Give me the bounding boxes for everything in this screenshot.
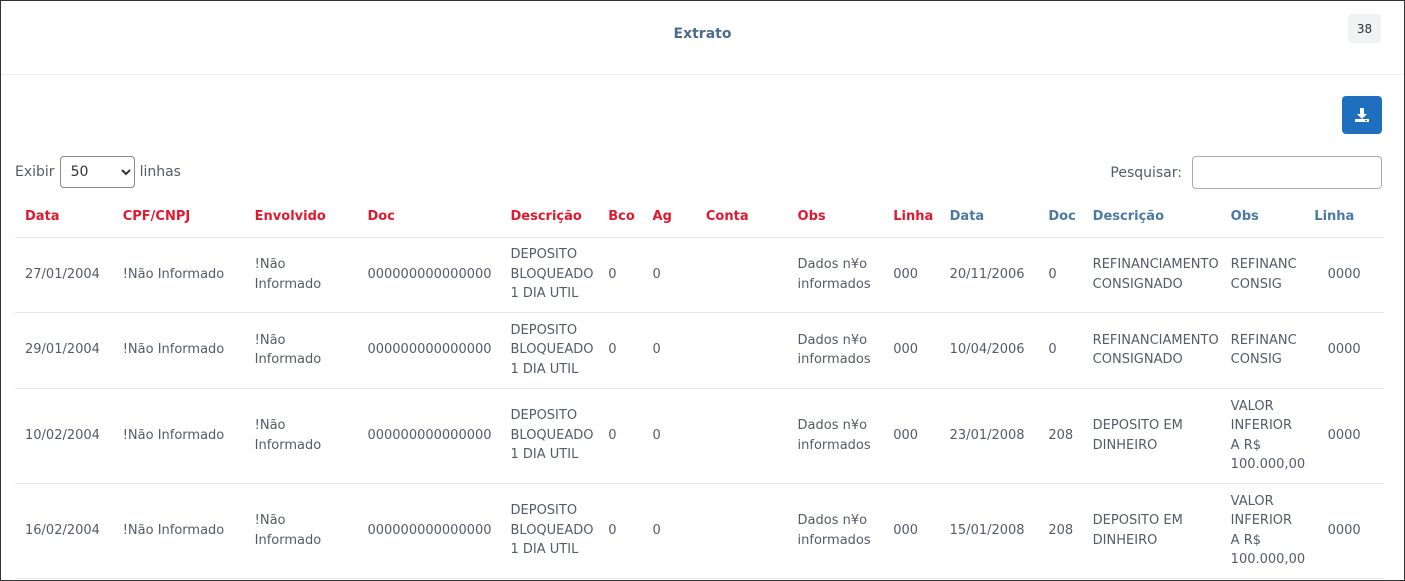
table-cell: DEPOSITO BLOQUEADO 1 DIA UTIL: [500, 312, 599, 389]
table-cell: 0: [598, 237, 643, 313]
table-cell: !Não Informado: [244, 237, 358, 313]
table-cell: 0: [598, 483, 643, 579]
table-cell: REFINANC CONSIG: [1220, 237, 1305, 313]
table-cell: DEPOSITO BLOQUEADO 1 DIA UTIL: [500, 237, 599, 313]
table-cell: [695, 483, 788, 579]
search-control: Pesquisar:: [1110, 156, 1382, 189]
extrato-panel: Extrato 38 Exibir 102550100 linhas Pesqu…: [0, 0, 1405, 581]
column-header[interactable]: Doc: [1038, 197, 1083, 238]
table-cell: VALOR INFERIOR A R$ 100.000,00: [1220, 388, 1305, 484]
panel-header: Extrato 38: [2, 2, 1403, 75]
table-cell: 000000000000000: [357, 388, 501, 484]
download-icon: [1355, 108, 1369, 122]
table-cell: DEPOSITO EM DINHEIRO: [1082, 483, 1221, 579]
table-cell: 0: [642, 483, 696, 579]
table-cell: 0: [642, 312, 696, 389]
table-cell: REFINANC CONSIG: [1220, 312, 1305, 389]
table-cell: 29/01/2004: [15, 312, 113, 389]
table-cell: Dados n¥o informados: [787, 312, 884, 389]
table-cell: 0: [1038, 312, 1083, 389]
table-cell: 0000: [1304, 483, 1384, 579]
column-header[interactable]: Data: [939, 197, 1039, 238]
table-row: 27/01/2004 !Não Informado !Não Informado 00…: [15, 237, 1384, 313]
table-cell: VALOR INFERIOR A R$ 100.000,00: [1220, 483, 1305, 579]
count-badge: 38: [1348, 14, 1381, 43]
column-header[interactable]: CPF/CNPJ: [112, 197, 245, 238]
table-cell: 20/11/2006: [939, 237, 1039, 313]
table-cell: !Não Informado: [244, 312, 358, 389]
table-cell: 000000000000000: [357, 483, 501, 579]
column-header[interactable]: Linha: [883, 197, 940, 238]
page-title: Extrato: [673, 26, 732, 42]
extrato-table: Data CPF/CNPJ Envolvido Doc Descrição Bc…: [15, 197, 1384, 579]
column-header[interactable]: Obs: [1220, 197, 1305, 238]
search-label: Pesquisar:: [1110, 164, 1182, 181]
table-cell: 23/01/2008: [939, 388, 1039, 484]
column-header[interactable]: Doc: [357, 197, 501, 238]
length-control: Exibir 102550100 linhas: [15, 156, 181, 188]
table-cell: 000: [883, 237, 940, 313]
table-cell: Dados n¥o informados: [787, 483, 884, 579]
table-cell: 0: [642, 388, 696, 484]
table-cell: 0000: [1304, 237, 1384, 313]
table-cell: !Não Informado: [244, 388, 358, 484]
table-cell: 0000: [1304, 312, 1384, 389]
length-suffix-label: linhas: [139, 164, 181, 180]
table-cell: 000: [883, 388, 940, 484]
table-cell: 208: [1038, 483, 1083, 579]
table-cell: 10/04/2006: [939, 312, 1039, 389]
column-header[interactable]: Conta: [695, 197, 788, 238]
table-cell: DEPOSITO BLOQUEADO 1 DIA UTIL: [500, 483, 599, 579]
table-cell: 10/02/2004: [15, 388, 113, 484]
table-cell: DEPOSITO EM DINHEIRO: [1082, 388, 1221, 484]
table-cell: REFINANCIAMENTO CONSIGNADO: [1082, 237, 1221, 313]
column-header[interactable]: Envolvido: [244, 197, 358, 238]
table-cell: 0: [642, 237, 696, 313]
table-cell: 0: [1038, 237, 1083, 313]
download-button[interactable]: [1342, 96, 1382, 134]
table-cell: [695, 237, 788, 313]
column-header[interactable]: Obs: [787, 197, 884, 238]
table-cell: 16/02/2004: [15, 483, 113, 579]
table-cell: !Não Informado: [112, 388, 245, 484]
table-cell: 208: [1038, 388, 1083, 484]
column-header[interactable]: Linha: [1304, 197, 1384, 238]
column-header[interactable]: Data: [15, 197, 113, 238]
table-cell: 000000000000000: [357, 237, 501, 313]
table-row: 16/02/2004 !Não Informado !Não Informado 00…: [15, 483, 1384, 579]
table-cell: [695, 312, 788, 389]
table-cell: !Não Informado: [112, 237, 245, 313]
table-cell: 000: [883, 312, 940, 389]
table-cell: [695, 388, 788, 484]
table-cell: 15/01/2008: [939, 483, 1039, 579]
column-header[interactable]: Bco: [598, 197, 643, 238]
table-cell: !Não Informado: [112, 312, 245, 389]
page-length-select[interactable]: 102550100: [59, 156, 135, 188]
table-cell: DEPOSITO BLOQUEADO 1 DIA UTIL: [500, 388, 599, 484]
table-cell: 000: [883, 483, 940, 579]
table-cell: 000000000000000: [357, 312, 501, 389]
search-input[interactable]: [1192, 156, 1382, 189]
table-cell: 0: [598, 312, 643, 389]
table-header-row: Data CPF/CNPJ Envolvido Doc Descrição Bc…: [15, 197, 1384, 238]
table-cell: 0000: [1304, 388, 1384, 484]
column-header[interactable]: Descrição: [500, 197, 599, 238]
table-cell: Dados n¥o informados: [787, 237, 884, 313]
column-header[interactable]: Ag: [642, 197, 696, 238]
table-cell: REFINANCIAMENTO CONSIGNADO: [1082, 312, 1221, 389]
column-header[interactable]: Descrição: [1082, 197, 1221, 238]
table-row: 29/01/2004 !Não Informado !Não Informado 00…: [15, 312, 1384, 389]
table-cell: 0: [598, 388, 643, 484]
length-prefix-label: Exibir: [15, 164, 55, 180]
table-cell: !Não Informado: [112, 483, 245, 579]
table-cell: !Não Informado: [244, 483, 358, 579]
table-cell: 27/01/2004: [15, 237, 113, 313]
table-cell: Dados n¥o informados: [787, 388, 884, 484]
table-row: 10/02/2004 !Não Informado !Não Informado 00…: [15, 388, 1384, 484]
